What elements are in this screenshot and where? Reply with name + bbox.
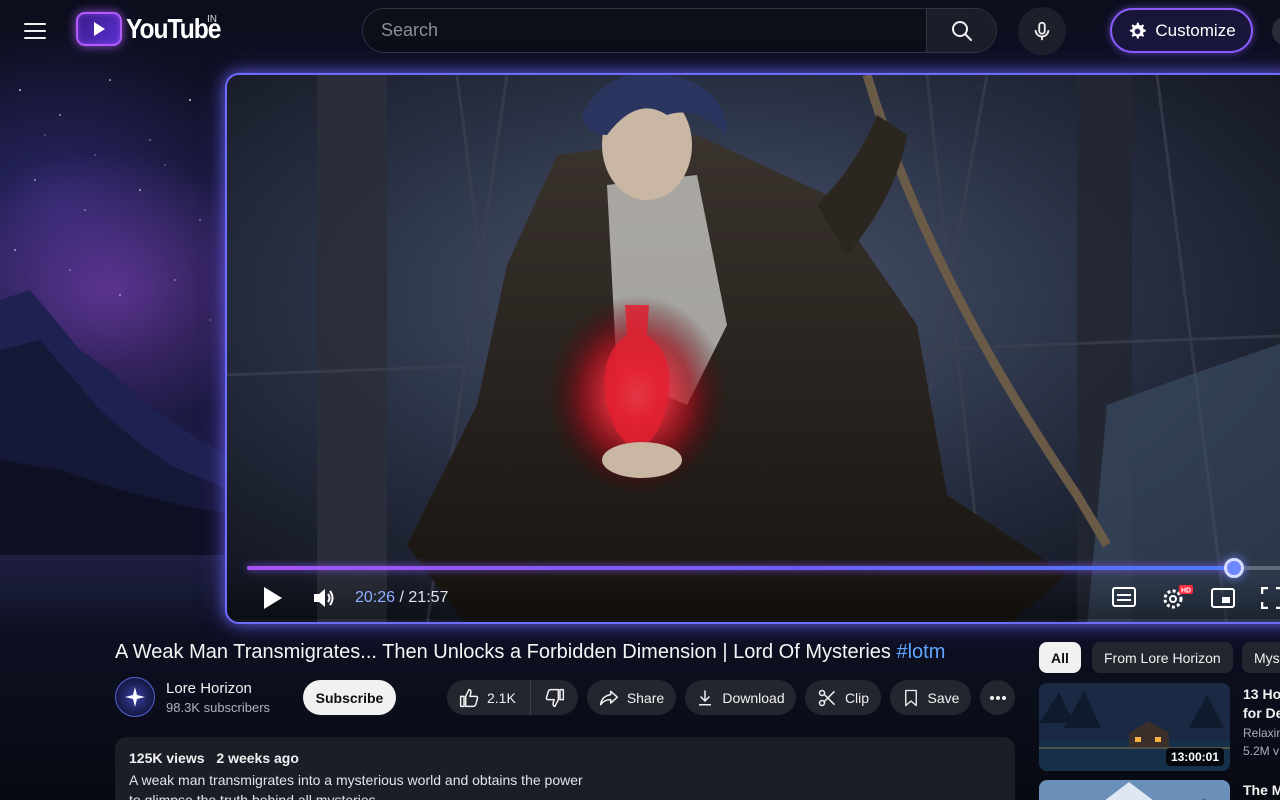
- miniplayer-icon: [1211, 588, 1235, 608]
- like-count: 2.1K: [487, 689, 516, 706]
- lake-reflection: [0, 555, 230, 635]
- save-button[interactable]: Save: [890, 680, 971, 715]
- hd-badge: HD: [1181, 588, 1191, 595]
- recommendation-title-line: for De: [1243, 705, 1280, 721]
- video-duration-badge: 13:00:01: [1165, 748, 1224, 766]
- video-title: A Weak Man Transmigrates... Then Unlocks…: [115, 641, 1035, 664]
- top-bar: YouTube IN Customize: [0, 0, 1280, 62]
- save-label: Save: [927, 689, 960, 706]
- video-frame: [227, 75, 1280, 622]
- play-button[interactable]: [261, 585, 285, 616]
- recommendation-title[interactable]: 13 Ho for De: [1243, 685, 1280, 723]
- customize-button[interactable]: Customize: [1110, 8, 1253, 53]
- mountain-silhouette: [0, 290, 240, 580]
- recommendation-thumbnail[interactable]: [1039, 780, 1230, 800]
- fullscreen-icon: [1260, 586, 1280, 610]
- youtube-logo[interactable]: YouTube IN: [76, 12, 233, 46]
- subtitles-icon: [1112, 587, 1136, 607]
- subscriber-count: 98.3K subscribers: [166, 700, 271, 715]
- search-icon: [951, 20, 972, 41]
- customize-label: Customize: [1155, 20, 1236, 40]
- recommendation-views: 5.2M v: [1243, 744, 1280, 758]
- video-player[interactable]: 20:26 / 21:57 HD: [225, 73, 1280, 624]
- chip-all[interactable]: All: [1039, 642, 1081, 673]
- chip-mysteries[interactable]: Mys: [1242, 642, 1280, 673]
- recommendation-title-line: 13 Ho: [1243, 686, 1280, 702]
- recommendation-channel: Relaxin: [1243, 726, 1280, 740]
- mountain-thumbnail-image: [1039, 780, 1230, 800]
- progress-fill: [247, 566, 1234, 570]
- share-button[interactable]: Share: [587, 680, 676, 715]
- progress-bar[interactable]: [247, 558, 1280, 578]
- clip-label: Clip: [844, 689, 870, 706]
- account-avatar[interactable]: [1272, 16, 1280, 46]
- scrubber-handle[interactable]: [1224, 558, 1244, 578]
- scissors-icon: [818, 689, 835, 706]
- menu-line: [24, 37, 46, 39]
- play-icon: [264, 587, 282, 609]
- like-button[interactable]: 2.1K: [447, 680, 531, 715]
- subtitles-button[interactable]: [1112, 587, 1136, 612]
- channel-avatar[interactable]: [115, 677, 155, 717]
- thumbs-down-icon: [545, 688, 564, 707]
- player-controls: 20:26 / 21:57 HD: [227, 577, 1280, 619]
- description-meta: 125K views 2 weeks ago: [129, 750, 299, 766]
- download-button[interactable]: Download: [685, 680, 796, 715]
- download-icon: [699, 690, 712, 705]
- upload-date: 2 weeks ago: [216, 750, 299, 766]
- time-display: 20:26 / 21:57: [355, 589, 448, 607]
- recommendation-title-line: The M: [1243, 782, 1280, 798]
- bookmark-icon: [904, 689, 917, 706]
- share-icon: [599, 690, 618, 705]
- hashtag-link[interactable]: #lotm: [896, 641, 945, 663]
- more-actions-button[interactable]: [980, 680, 1015, 715]
- search-bar: [362, 8, 997, 53]
- share-label: Share: [626, 689, 665, 706]
- dislike-button[interactable]: [531, 680, 578, 715]
- volume-button[interactable]: [311, 585, 337, 616]
- settings-gear-icon: HD: [1163, 585, 1193, 609]
- play-logo-icon: [76, 12, 122, 46]
- view-count: 125K views: [129, 750, 205, 766]
- video-title-text: A Weak Man Transmigrates... Then Unlocks…: [115, 641, 891, 663]
- subscribe-button[interactable]: Subscribe: [303, 680, 396, 715]
- search-button[interactable]: [926, 9, 996, 52]
- menu-line: [24, 30, 46, 32]
- channel-name[interactable]: Lore Horizon: [166, 680, 252, 697]
- description-box[interactable]: 125K views 2 weeks ago A weak man transm…: [115, 737, 1015, 800]
- recommendation-thumbnail[interactable]: 13:00:01: [1039, 683, 1230, 771]
- microphone-icon: [1034, 21, 1050, 41]
- sparkle-icon: [125, 687, 145, 707]
- total-duration: 21:57: [408, 589, 449, 606]
- clip-button[interactable]: Clip: [805, 680, 881, 715]
- current-time: 20:26: [355, 589, 396, 606]
- chip-from-channel[interactable]: From Lore Horizon: [1092, 642, 1233, 673]
- miniplayer-button[interactable]: [1211, 588, 1235, 613]
- time-separator: /: [399, 589, 404, 606]
- description-text: A weak man transmigrates into a mysterio…: [129, 772, 583, 800]
- gear-icon: [1130, 22, 1147, 39]
- fullscreen-button[interactable]: [1260, 586, 1280, 614]
- download-label: Download: [722, 689, 785, 706]
- volume-icon: [314, 589, 334, 607]
- thumbs-up-icon: [459, 688, 479, 707]
- more-horizontal-icon: [989, 695, 1006, 700]
- settings-button[interactable]: HD: [1161, 585, 1195, 616]
- voice-search-button[interactable]: [1018, 7, 1066, 55]
- menu-button[interactable]: [24, 18, 64, 44]
- recommendation-title[interactable]: The M: [1243, 781, 1280, 800]
- country-code: IN: [207, 14, 217, 25]
- search-input[interactable]: [363, 9, 926, 52]
- menu-line: [24, 23, 46, 25]
- like-dislike-group: 2.1K: [447, 680, 578, 715]
